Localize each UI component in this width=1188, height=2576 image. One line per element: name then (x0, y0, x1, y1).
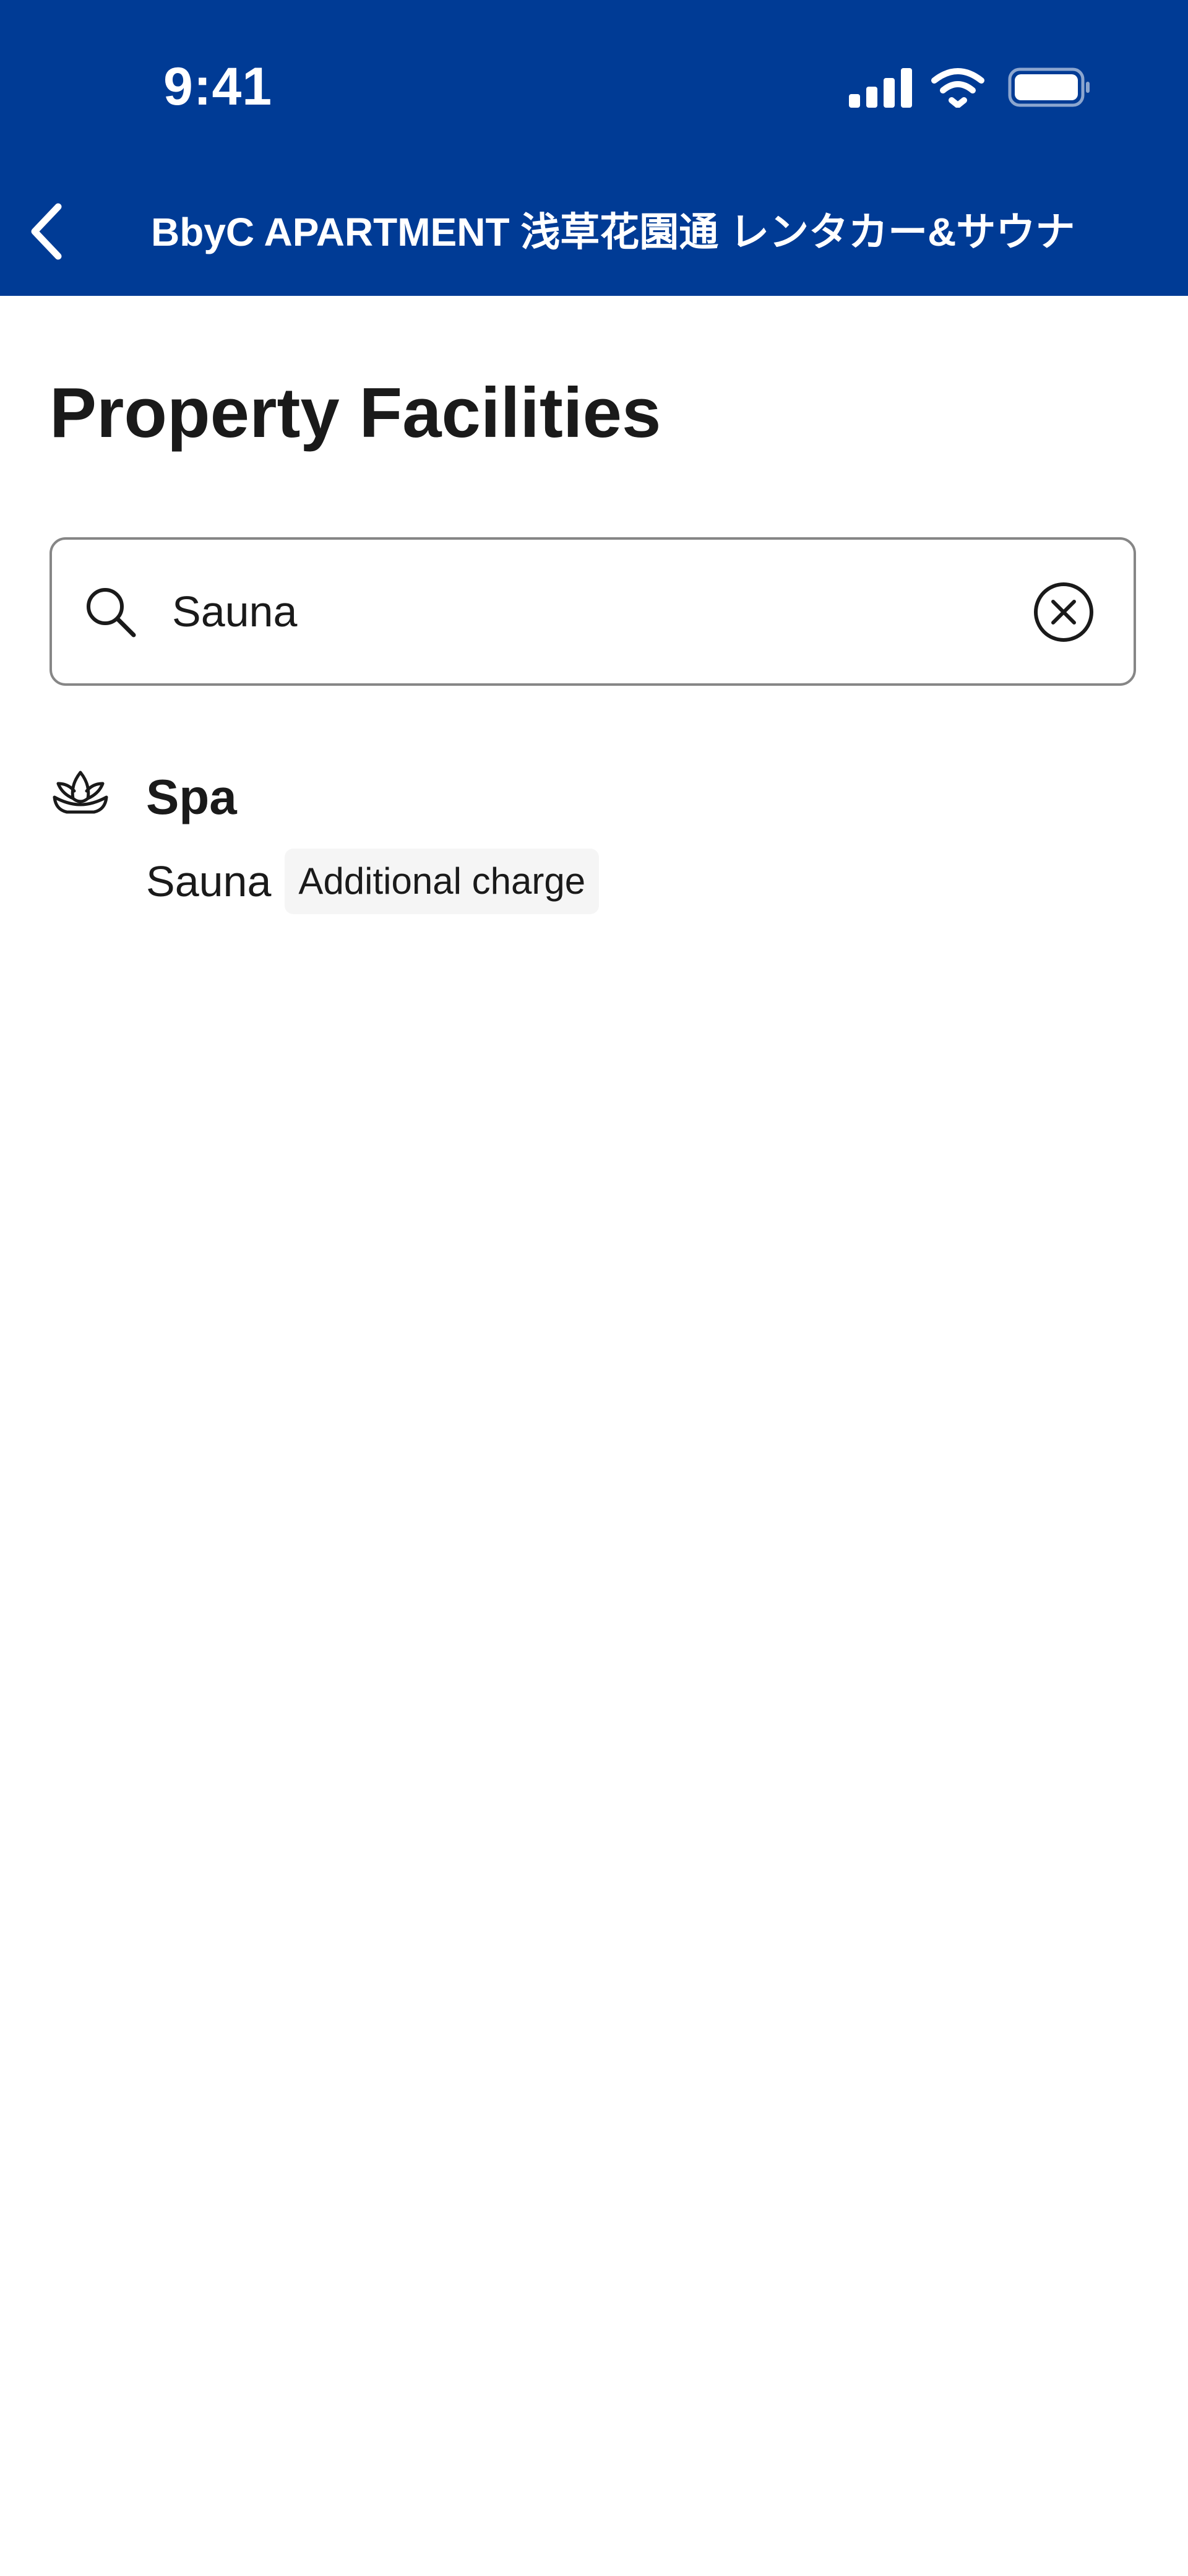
status-bar-icons (849, 67, 1091, 110)
additional-charge-badge: Additional charge (285, 849, 600, 914)
search-input[interactable] (172, 577, 989, 646)
facility-name: Sauna (146, 857, 272, 905)
app-header: 9:41 BbyC APARTMENT 浅草花園通 レンタカー&サウナ (0, 0, 1188, 296)
facility-item: Sauna Additional charge (146, 844, 600, 918)
wifi-icon (931, 68, 984, 110)
spa-lotus-icon (53, 771, 108, 814)
clear-circle-icon (1034, 582, 1093, 642)
chevron-left-icon (31, 203, 62, 260)
page-title: Property Facilities (50, 374, 661, 452)
search-icon (87, 588, 136, 638)
facility-category-title: Spa (146, 769, 237, 824)
clear-search-button[interactable] (1032, 581, 1095, 644)
battery-icon (1008, 67, 1090, 107)
cellular-signal-icon (849, 68, 912, 108)
facility-search-field[interactable] (50, 537, 1136, 686)
status-bar-time: 9:41 (163, 57, 273, 116)
property-name-title: BbyC APARTMENT 浅草花園通 レンタカー&サウナ (151, 210, 1075, 254)
back-button[interactable] (17, 194, 77, 269)
navigation-bar: BbyC APARTMENT 浅草花園通 レンタカー&サウナ (0, 186, 1188, 279)
